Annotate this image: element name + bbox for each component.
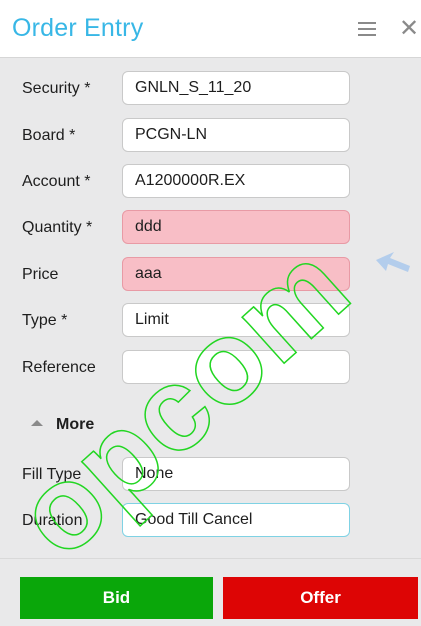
security-label: Security * [22, 80, 91, 97]
quantity-label: Quantity * [22, 219, 93, 236]
fill-type-select[interactable]: None [122, 457, 350, 491]
reference-row: Reference [0, 350, 421, 386]
board-label: Board * [22, 127, 76, 144]
board-row: Board * PCGN-LN [0, 118, 421, 154]
account-input[interactable]: A1200000R.EX [122, 164, 350, 198]
close-icon[interactable]: ✕ [399, 17, 421, 41]
account-row: Account * A1200000R.EX [0, 164, 421, 200]
offer-button[interactable]: Offer [223, 577, 418, 619]
price-label: Price [22, 266, 59, 283]
quantity-row: Quantity * ddd [0, 210, 421, 246]
order-entry-panel: Order Entry ✕ Security * GNLN_S_11_20 Bo… [0, 0, 421, 626]
duration-row: Duration Good Till Cancel [0, 503, 421, 539]
account-label: Account * [22, 173, 91, 190]
more-toggle[interactable]: More [0, 410, 200, 440]
duration-select[interactable]: Good Till Cancel [122, 503, 350, 537]
type-row: Type * Limit [0, 303, 421, 339]
type-select[interactable]: Limit [122, 303, 350, 337]
more-label: More [56, 416, 95, 433]
board-input[interactable]: PCGN-LN [122, 118, 350, 152]
reference-label: Reference [22, 359, 96, 376]
footer-divider [0, 558, 421, 559]
panel-header: Order Entry ✕ [0, 0, 421, 58]
fill-type-row: Fill Type None [0, 457, 421, 493]
duration-label: Duration [22, 512, 83, 529]
quantity-input[interactable]: ddd [122, 210, 350, 244]
security-row: Security * GNLN_S_11_20 [0, 71, 421, 107]
type-label: Type * [22, 312, 68, 329]
reference-input[interactable] [122, 350, 350, 384]
bid-button[interactable]: Bid [20, 577, 213, 619]
fill-type-label: Fill Type [22, 466, 82, 483]
panel-title: Order Entry [12, 14, 144, 42]
hamburger-menu-icon[interactable] [358, 22, 376, 36]
caret-up-icon [31, 420, 43, 426]
price-input[interactable]: aaa [122, 257, 350, 291]
price-row: Price aaa [0, 257, 421, 293]
security-input[interactable]: GNLN_S_11_20 [122, 71, 350, 105]
